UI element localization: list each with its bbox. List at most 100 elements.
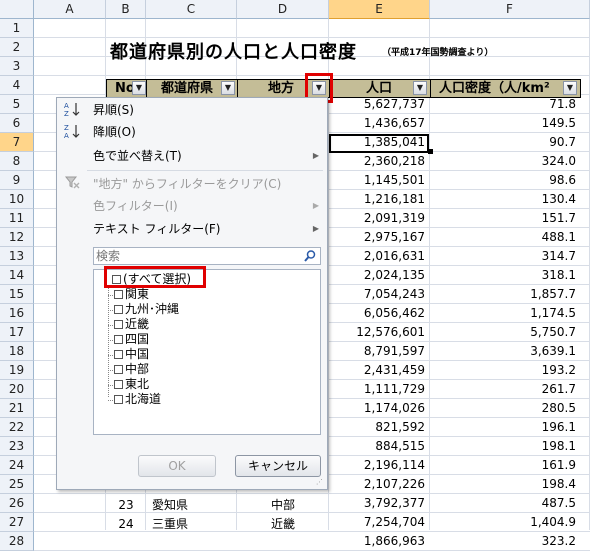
cell-density[interactable]: 149.5 <box>430 114 580 133</box>
cell-density[interactable]: 130.4 <box>430 190 580 209</box>
column-header-c[interactable]: C <box>146 0 237 19</box>
cell-prefecture[interactable]: 三重県 <box>152 515 237 534</box>
column-header-d[interactable]: D <box>237 0 329 19</box>
cell-population[interactable]: 2,107,226 <box>329 475 429 494</box>
row-header[interactable]: 11 <box>0 209 34 228</box>
fill-handle[interactable] <box>428 149 433 154</box>
cell-density[interactable]: 261.7 <box>430 380 580 399</box>
checkbox[interactable] <box>114 290 123 299</box>
cell-population[interactable]: 2,024,135 <box>329 266 429 285</box>
row-header[interactable]: 28 <box>0 532 34 551</box>
cell-density[interactable]: 487.5 <box>430 494 580 513</box>
cell-density[interactable]: 71.8 <box>430 95 580 114</box>
list-item[interactable]: 中部 <box>114 362 149 377</box>
filter-search-input[interactable]: 検索 <box>93 247 321 265</box>
row-header[interactable]: 6 <box>0 114 34 133</box>
row-header[interactable]: 7 <box>0 133 34 152</box>
column-header-a[interactable]: A <box>34 0 106 19</box>
checkbox[interactable] <box>114 350 123 359</box>
active-cell[interactable] <box>329 134 429 153</box>
cell-density[interactable]: 198.1 <box>430 437 580 456</box>
list-item[interactable]: 北海道 <box>114 392 161 407</box>
menu-sort-descending[interactable]: 降順(O) <box>93 122 136 142</box>
checkbox[interactable] <box>114 335 123 344</box>
filter-dropdown-prefecture[interactable]: ▼ <box>221 81 235 95</box>
row-header[interactable]: 21 <box>0 399 34 418</box>
row-header[interactable]: 19 <box>0 361 34 380</box>
row-header[interactable]: 9 <box>0 171 34 190</box>
cell-density[interactable]: 1,404.9 <box>430 513 580 532</box>
checkbox[interactable] <box>114 365 123 374</box>
filter-dropdown-density[interactable]: ▼ <box>563 81 577 95</box>
row-header[interactable]: 14 <box>0 266 34 285</box>
cell-region[interactable]: 中部 <box>237 496 329 515</box>
cell-no[interactable]: 23 <box>106 496 146 515</box>
cell-population[interactable]: 1,436,657 <box>329 114 429 133</box>
checkbox[interactable] <box>114 380 123 389</box>
row-header[interactable]: 3 <box>0 57 34 76</box>
cell-population[interactable]: 884,515 <box>329 437 429 456</box>
resize-grip-icon[interactable]: ⋰ <box>316 478 325 487</box>
column-header-e[interactable]: E <box>329 0 430 19</box>
row-header[interactable]: 2 <box>0 38 34 57</box>
list-item[interactable]: 九州･沖縄 <box>114 302 179 317</box>
row-header[interactable]: 23 <box>0 437 34 456</box>
menu-clear-filter[interactable]: "地方" からフィルターをクリア(C) <box>93 174 281 194</box>
cell-density[interactable]: 196.1 <box>430 418 580 437</box>
menu-sort-by-color[interactable]: 色で並べ替え(T) <box>93 146 323 166</box>
cell-population[interactable]: 1,174,026 <box>329 399 429 418</box>
row-header[interactable]: 15 <box>0 285 34 304</box>
filter-value-list[interactable]: (すべて選択) 関東 九州･沖縄 近畿 四国 中国 中部 東北 北海道 <box>93 269 321 435</box>
cell-density[interactable]: 198.4 <box>430 475 580 494</box>
row-header[interactable]: 8 <box>0 152 34 171</box>
cell-density[interactable]: 1,174.5 <box>430 304 580 323</box>
cell-no[interactable]: 24 <box>106 515 146 534</box>
cell-density[interactable]: 193.2 <box>430 361 580 380</box>
row-header[interactable]: 22 <box>0 418 34 437</box>
row-header[interactable]: 17 <box>0 323 34 342</box>
cell-density[interactable]: 324.0 <box>430 152 580 171</box>
cell-density[interactable]: 314.7 <box>430 247 580 266</box>
cell-density[interactable]: 488.1 <box>430 228 580 247</box>
cell-population[interactable]: 1,216,181 <box>329 190 429 209</box>
list-item[interactable]: 四国 <box>114 332 149 347</box>
cell-population[interactable]: 2,975,167 <box>329 228 429 247</box>
cell-density[interactable]: 98.6 <box>430 171 580 190</box>
cell-population[interactable]: 7,054,243 <box>329 285 429 304</box>
row-header[interactable]: 18 <box>0 342 34 361</box>
row-header[interactable]: 13 <box>0 247 34 266</box>
cell-density[interactable]: 318.1 <box>430 266 580 285</box>
row-header[interactable]: 12 <box>0 228 34 247</box>
cell-population[interactable]: 1,145,501 <box>329 171 429 190</box>
checkbox[interactable] <box>114 320 123 329</box>
cell-population[interactable]: 2,091,319 <box>329 209 429 228</box>
cell-population[interactable]: 2,360,218 <box>329 152 429 171</box>
cell-density[interactable]: 5,750.7 <box>430 323 580 342</box>
row-header[interactable]: 25 <box>0 475 34 494</box>
list-item[interactable]: 関東 <box>114 287 149 302</box>
filter-dropdown-no[interactable]: ▼ <box>132 81 146 95</box>
cell-density[interactable]: 161.9 <box>430 456 580 475</box>
menu-color-filter[interactable]: 色フィルター(I) <box>93 196 178 216</box>
row-header[interactable]: 10 <box>0 190 34 209</box>
list-item[interactable]: 東北 <box>114 377 149 392</box>
column-header-b[interactable]: B <box>106 0 146 19</box>
row-header[interactable]: 26 <box>0 494 34 513</box>
row-header[interactable]: 16 <box>0 304 34 323</box>
row-header[interactable]: 27 <box>0 513 34 532</box>
cell-population[interactable]: 8,791,597 <box>329 342 429 361</box>
menu-sort-ascending[interactable]: 昇順(S) <box>93 100 134 120</box>
select-all-corner[interactable] <box>0 0 34 19</box>
row-header[interactable]: 1 <box>0 19 34 38</box>
cell-population[interactable]: 2,196,114 <box>329 456 429 475</box>
cell-density[interactable]: 280.5 <box>430 399 580 418</box>
cell-density[interactable]: 3,639.1 <box>430 342 580 361</box>
row-header[interactable]: 4 <box>0 76 34 95</box>
cell-population[interactable]: 821,592 <box>329 418 429 437</box>
cell-density[interactable]: 1,857.7 <box>430 285 580 304</box>
cell-population[interactable]: 3,792,377 <box>329 494 429 513</box>
cell-population[interactable]: 6,056,462 <box>329 304 429 323</box>
ok-button[interactable]: OK <box>138 455 216 477</box>
cell-population[interactable]: 2,431,459 <box>329 361 429 380</box>
cell-prefecture[interactable]: 愛知県 <box>152 496 237 515</box>
